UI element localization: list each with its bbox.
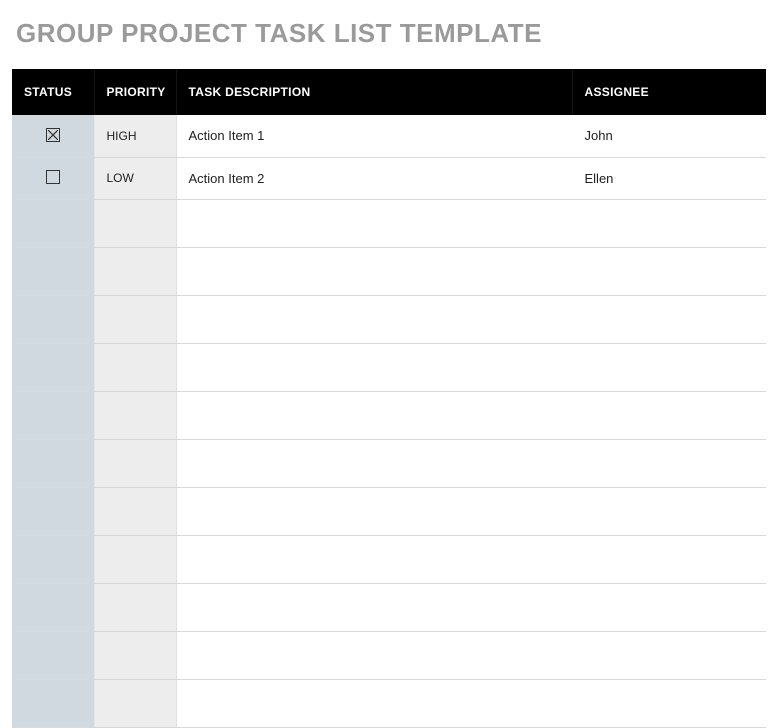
- status-cell: [12, 199, 94, 247]
- priority-cell[interactable]: HIGH: [94, 115, 176, 157]
- priority-cell[interactable]: [94, 631, 176, 679]
- status-cell: [12, 391, 94, 439]
- assignee-cell[interactable]: [572, 439, 766, 487]
- status-cell: [12, 295, 94, 343]
- priority-cell[interactable]: [94, 391, 176, 439]
- description-cell[interactable]: [176, 199, 572, 247]
- status-cell: [12, 487, 94, 535]
- assignee-cell[interactable]: [572, 631, 766, 679]
- description-cell[interactable]: [176, 631, 572, 679]
- assignee-cell[interactable]: [572, 487, 766, 535]
- table-row: HIGHAction Item 1John: [12, 115, 766, 157]
- priority-cell[interactable]: LOW: [94, 157, 176, 199]
- assignee-cell[interactable]: [572, 343, 766, 391]
- column-header-description: TASK DESCRIPTION: [176, 69, 572, 115]
- status-cell: [12, 115, 94, 157]
- description-cell[interactable]: [176, 439, 572, 487]
- assignee-cell[interactable]: [572, 295, 766, 343]
- table-row: [12, 439, 766, 487]
- status-checkbox[interactable]: [46, 170, 60, 184]
- table-row: [12, 631, 766, 679]
- priority-cell[interactable]: [94, 439, 176, 487]
- column-header-status: STATUS: [12, 69, 94, 115]
- task-table-wrap: STATUS PRIORITY TASK DESCRIPTION ASSIGNE…: [0, 69, 768, 728]
- page-title: GROUP PROJECT TASK LIST TEMPLATE: [0, 0, 768, 69]
- checkbox-x-icon: [48, 130, 58, 140]
- description-cell[interactable]: [176, 391, 572, 439]
- status-cell: [12, 679, 94, 727]
- status-cell: [12, 439, 94, 487]
- priority-cell[interactable]: [94, 247, 176, 295]
- status-cell: [12, 157, 94, 199]
- status-checkbox[interactable]: [46, 128, 60, 142]
- assignee-cell[interactable]: [572, 247, 766, 295]
- description-cell[interactable]: [176, 295, 572, 343]
- status-cell: [12, 631, 94, 679]
- assignee-cell[interactable]: [572, 535, 766, 583]
- description-cell[interactable]: [176, 535, 572, 583]
- status-cell: [12, 343, 94, 391]
- description-cell[interactable]: [176, 247, 572, 295]
- priority-cell[interactable]: [94, 679, 176, 727]
- assignee-cell[interactable]: [572, 199, 766, 247]
- assignee-cell[interactable]: [572, 391, 766, 439]
- table-row: [12, 391, 766, 439]
- description-cell[interactable]: [176, 343, 572, 391]
- description-cell[interactable]: [176, 679, 572, 727]
- description-cell[interactable]: Action Item 2: [176, 157, 572, 199]
- assignee-cell[interactable]: [572, 679, 766, 727]
- table-row: [12, 583, 766, 631]
- status-cell: [12, 535, 94, 583]
- description-cell[interactable]: [176, 583, 572, 631]
- table-row: [12, 199, 766, 247]
- table-row: LOWAction Item 2Ellen: [12, 157, 766, 199]
- status-cell: [12, 583, 94, 631]
- priority-cell[interactable]: [94, 295, 176, 343]
- priority-cell[interactable]: [94, 199, 176, 247]
- assignee-cell[interactable]: John: [572, 115, 766, 157]
- table-row: [12, 247, 766, 295]
- description-cell[interactable]: Action Item 1: [176, 115, 572, 157]
- task-table: STATUS PRIORITY TASK DESCRIPTION ASSIGNE…: [12, 69, 767, 728]
- assignee-cell[interactable]: [572, 583, 766, 631]
- column-header-priority: PRIORITY: [94, 69, 176, 115]
- table-row: [12, 487, 766, 535]
- table-row: [12, 535, 766, 583]
- table-row: [12, 679, 766, 727]
- priority-cell[interactable]: [94, 487, 176, 535]
- table-header-row: STATUS PRIORITY TASK DESCRIPTION ASSIGNE…: [12, 69, 766, 115]
- status-cell: [12, 247, 94, 295]
- description-cell[interactable]: [176, 487, 572, 535]
- assignee-cell[interactable]: Ellen: [572, 157, 766, 199]
- table-row: [12, 343, 766, 391]
- priority-cell[interactable]: [94, 343, 176, 391]
- priority-cell[interactable]: [94, 535, 176, 583]
- column-header-assignee: ASSIGNEE: [572, 69, 766, 115]
- table-row: [12, 295, 766, 343]
- priority-cell[interactable]: [94, 583, 176, 631]
